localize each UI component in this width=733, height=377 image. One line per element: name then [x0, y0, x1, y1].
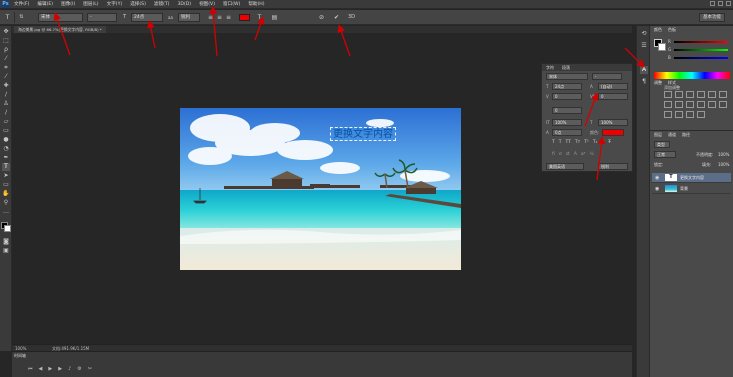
annotation-arrow-text-styles — [596, 136, 606, 181]
annotation-arrow-character-icon — [624, 47, 645, 68]
annotation-arrow-align — [209, 6, 218, 57]
annotation-arrow-font-size — [146, 20, 156, 49]
annotation-arrow-commit — [337, 24, 351, 57]
annotation-arrow-leading — [584, 92, 599, 127]
annotation-arrow-font-family — [53, 12, 71, 56]
annotation-arrow-color — [254, 16, 265, 41]
annotation-arrows — [53, 6, 645, 181]
